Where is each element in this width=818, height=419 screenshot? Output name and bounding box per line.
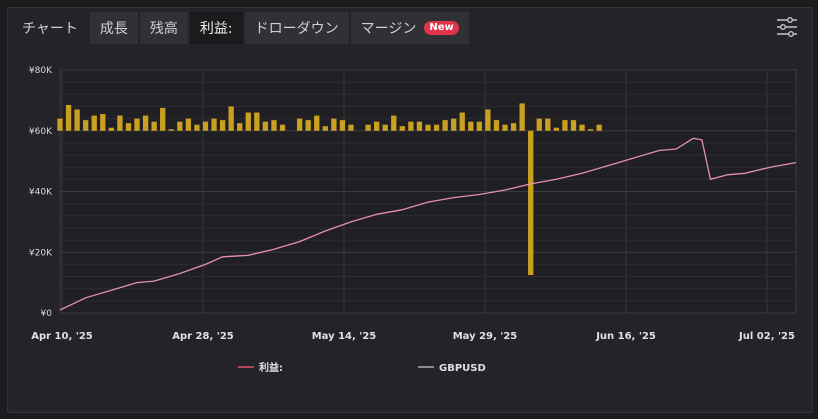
profit-bar	[391, 115, 397, 131]
profit-bar	[459, 112, 465, 131]
profit-bar	[160, 107, 166, 131]
profit-bar	[348, 124, 354, 131]
profit-bar	[83, 120, 89, 131]
profit-bar	[168, 129, 174, 131]
profit-bar	[254, 112, 260, 131]
profit-bar	[339, 120, 346, 131]
x-tick-label: May 14, '25	[312, 331, 377, 342]
profit-bar	[433, 124, 440, 131]
profit-bar	[228, 106, 234, 131]
profit-bar	[219, 120, 226, 131]
profit-bar	[279, 124, 286, 131]
profit-bar	[425, 124, 431, 131]
profit-bar	[382, 124, 388, 131]
profit-bar	[314, 115, 320, 131]
profit-bar	[125, 123, 132, 131]
y-axis: ¥80K ¥60K ¥40K ¥20K ¥0	[29, 66, 53, 319]
profit-bar	[451, 118, 457, 131]
profit-bar	[510, 123, 517, 131]
profit-bar	[142, 115, 149, 131]
profit-bar	[117, 115, 123, 131]
profit-bar	[74, 109, 80, 131]
profit-bar	[468, 121, 474, 131]
profit-bar	[194, 124, 200, 131]
profit-bar	[296, 118, 303, 131]
profit-bar	[399, 126, 405, 131]
profit-bar	[528, 130, 534, 276]
profit-bar	[476, 121, 483, 131]
profit-bar	[271, 120, 277, 131]
profit-bar	[185, 118, 192, 131]
profit-bar	[331, 118, 337, 131]
legend-label-profit: 利益:	[259, 361, 283, 374]
profit-bar	[211, 118, 217, 131]
profit-bar	[408, 121, 414, 131]
profit-bar	[91, 115, 97, 131]
legend-label-gbpusd: GBPUSD	[439, 363, 486, 374]
profit-bar	[519, 103, 525, 131]
y-tick-label: ¥20K	[29, 248, 53, 258]
profit-bar	[134, 118, 140, 131]
profit-bar	[177, 121, 183, 131]
profit-bar	[536, 118, 542, 131]
profit-bar	[587, 129, 594, 131]
profit-bar	[416, 121, 423, 131]
profit-bar	[502, 124, 508, 131]
profit-chart: ¥80K ¥60K ¥40K ¥20K ¥0 Apr 10, '25 Apr 28, '2…	[29, 66, 797, 374]
x-tick-label: Jun 16, '25	[595, 331, 656, 342]
y-tick-label: ¥60K	[29, 127, 53, 137]
y-tick-label: ¥0	[41, 309, 53, 319]
profit-bar	[545, 118, 551, 131]
profit-bar	[579, 124, 585, 131]
profit-bar	[57, 118, 63, 131]
profit-bar	[322, 126, 328, 131]
profit-bar	[305, 120, 311, 131]
profit-bar	[100, 114, 106, 131]
x-tick-label: Apr 28, '25	[172, 331, 234, 342]
profit-bar	[373, 121, 380, 131]
x-tick-label: Apr 10, '25	[31, 331, 93, 342]
x-tick-label: Jul 02, '25	[738, 331, 795, 342]
profit-bar	[151, 121, 157, 131]
profit-bar	[365, 124, 371, 131]
legend: 利益: GBPUSD	[238, 361, 486, 374]
profit-bar	[570, 120, 577, 131]
profit-bar	[485, 109, 491, 131]
profit-bar	[553, 127, 560, 131]
profit-bar	[202, 121, 209, 131]
profit-bar	[65, 104, 72, 131]
profit-bar	[493, 120, 500, 131]
y-tick-label: ¥40K	[29, 188, 53, 198]
x-axis: Apr 10, '25 Apr 28, '25 May 14, '25 May 29,…	[31, 331, 795, 342]
profit-bar	[237, 123, 243, 131]
y-tick-label: ¥80K	[29, 66, 53, 76]
profit-bar	[245, 112, 251, 131]
profit-bar	[596, 124, 602, 131]
profit-bar	[262, 121, 269, 131]
profit-bar	[442, 120, 448, 131]
profit-bar	[562, 120, 568, 131]
x-tick-label: May 29, '25	[453, 331, 518, 342]
profit-bar	[108, 127, 115, 131]
